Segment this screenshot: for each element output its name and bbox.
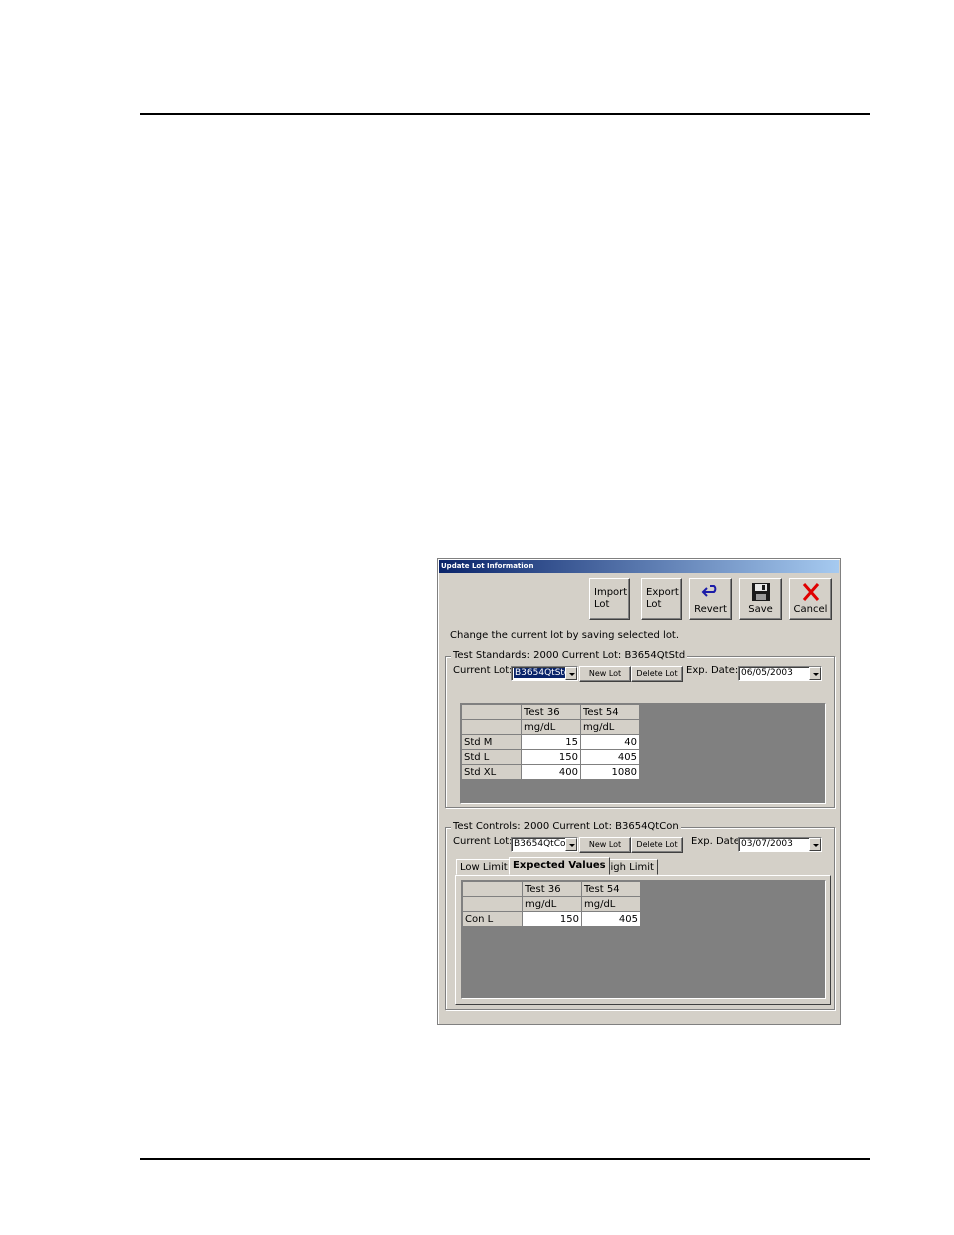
chevron-down-icon[interactable] xyxy=(809,838,821,851)
new-lot-button[interactable]: New Lot xyxy=(579,666,631,682)
new-lot-button[interactable]: New Lot xyxy=(579,837,631,853)
cancel-button[interactable]: Cancel xyxy=(789,578,832,620)
unit-header: mg/dL xyxy=(581,896,641,912)
cancel-label: Cancel xyxy=(793,604,828,615)
corner-cell xyxy=(461,704,522,720)
import-lot-label: Import Lot xyxy=(594,587,628,610)
delete-lot-button[interactable]: Delete Lot xyxy=(631,666,683,682)
chevron-down-icon[interactable] xyxy=(565,667,577,680)
expected-values-panel: Test 36 Test 54 mg/dL mg/dL Con L 150 40… xyxy=(455,875,831,1005)
unit-header: mg/dL xyxy=(580,719,640,735)
save-label: Save xyxy=(748,604,773,615)
row-header: Std M xyxy=(461,734,522,750)
column-header: Test 36 xyxy=(522,881,582,897)
table-cell[interactable]: 40 xyxy=(580,734,640,750)
current-lot-value: B3654QtStd xyxy=(514,668,571,678)
chevron-down-icon[interactable] xyxy=(809,667,821,680)
controls-grid: Test 36 Test 54 mg/dL mg/dL Con L 150 40… xyxy=(461,880,826,999)
table-cell[interactable]: 1080 xyxy=(580,764,640,780)
floppy-disk-icon xyxy=(751,583,770,601)
unit-header: mg/dL xyxy=(521,719,581,735)
standards-grid: Test 36 Test 54 mg/dL mg/dL Std M 15 40 … xyxy=(460,703,826,804)
current-lot-label: Current Lot: xyxy=(453,836,513,847)
delete-lot-button[interactable]: Delete Lot xyxy=(631,837,683,853)
table-row: Std XL 400 1080 xyxy=(461,764,640,780)
table-row: Std L 150 405 xyxy=(461,749,640,765)
page-bottom-rule xyxy=(140,1158,870,1160)
exp-date-value: 06/05/2003 xyxy=(741,668,793,678)
exp-date-label: Exp. Date xyxy=(691,836,740,847)
exp-date-picker[interactable]: 03/07/2003 xyxy=(738,837,822,852)
controls-table: Test 36 Test 54 mg/dL mg/dL Con L 150 40… xyxy=(462,881,641,927)
corner-cell xyxy=(462,881,523,897)
undo-arrow-icon xyxy=(701,585,716,597)
export-lot-button[interactable]: Export Lot xyxy=(641,578,682,620)
exp-date-picker[interactable]: 06/05/2003 xyxy=(738,666,822,681)
table-row: Std M 15 40 xyxy=(461,734,640,750)
standards-table: Test 36 Test 54 mg/dL mg/dL Std M 15 40 … xyxy=(461,704,640,780)
table-row: Con L 150 405 xyxy=(462,911,641,927)
column-header: Test 54 xyxy=(580,704,640,720)
corner-cell xyxy=(462,896,523,912)
test-controls-group: Test Controls: 2000 Current Lot: B3654Qt… xyxy=(445,821,835,1010)
test-standards-group: Test Standards: 2000 Current Lot: B3654Q… xyxy=(445,650,835,808)
page-top-rule xyxy=(140,113,870,115)
info-text: Change the current lot by saving selecte… xyxy=(450,630,680,641)
column-header: Test 54 xyxy=(581,881,641,897)
current-lot-label: Current Lot: xyxy=(453,665,513,676)
current-lot-value: B3654QtCon xyxy=(514,839,572,849)
revert-label: Revert xyxy=(694,604,727,615)
revert-button[interactable]: Revert xyxy=(689,578,732,620)
tab-expected-values[interactable]: Expected Values xyxy=(509,857,610,875)
tab-low-limit[interactable]: Low Limit xyxy=(456,859,512,875)
table-cell[interactable]: 400 xyxy=(521,764,581,780)
save-button[interactable]: Save xyxy=(739,578,782,620)
row-header: Std XL xyxy=(461,764,522,780)
table-cell[interactable]: 150 xyxy=(521,749,581,765)
update-lot-window: Update Lot Information Import Lot Export… xyxy=(437,558,841,1025)
current-lot-select[interactable]: B3654QtCon xyxy=(511,837,578,852)
table-cell[interactable]: 405 xyxy=(581,911,641,927)
controls-tabstrip: Low Limit Expected Values High Limit xyxy=(456,857,831,877)
chevron-down-icon[interactable] xyxy=(565,838,577,851)
table-cell[interactable]: 150 xyxy=(522,911,582,927)
row-header: Con L xyxy=(462,911,523,927)
unit-header: mg/dL xyxy=(522,896,582,912)
red-x-icon xyxy=(802,583,819,601)
table-cell[interactable]: 15 xyxy=(521,734,581,750)
current-lot-select[interactable]: B3654QtStd xyxy=(511,666,578,681)
test-controls-title: Test Controls: 2000 Current Lot: B3654Qt… xyxy=(451,821,681,832)
exp-date-value: 03/07/2003 xyxy=(741,839,793,849)
row-header: Std L xyxy=(461,749,522,765)
window-title: Update Lot Information xyxy=(439,560,839,573)
table-cell[interactable]: 405 xyxy=(580,749,640,765)
column-header: Test 36 xyxy=(521,704,581,720)
test-standards-title: Test Standards: 2000 Current Lot: B3654Q… xyxy=(451,650,688,661)
export-lot-label: Export Lot xyxy=(646,587,679,610)
corner-cell xyxy=(461,719,522,735)
import-lot-button[interactable]: Import Lot xyxy=(589,578,630,620)
exp-date-label: Exp. Date: xyxy=(686,665,739,676)
